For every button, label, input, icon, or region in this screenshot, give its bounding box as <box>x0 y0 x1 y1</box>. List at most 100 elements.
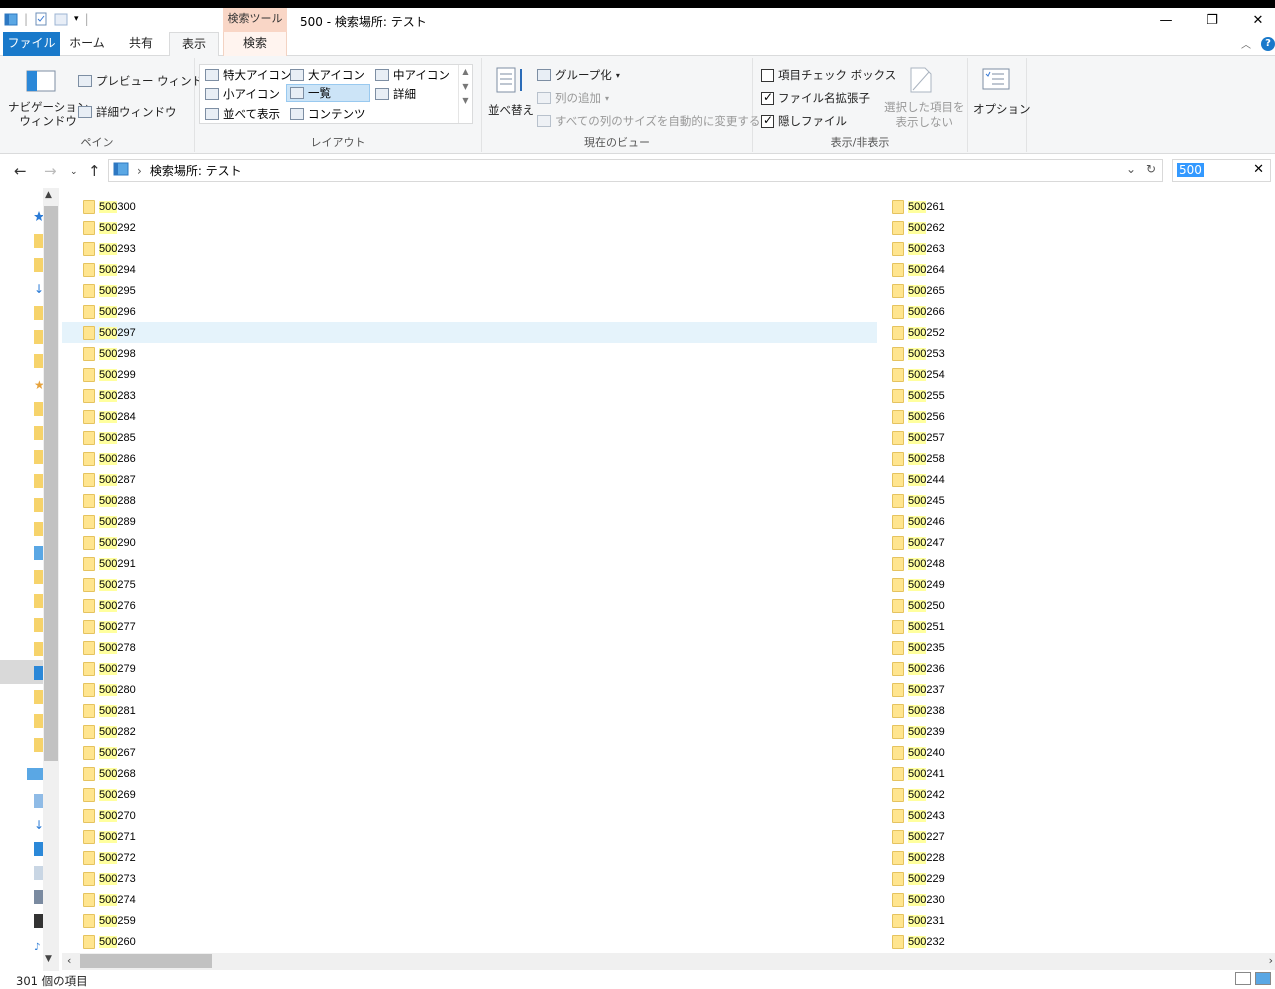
list-item[interactable]: 500246 <box>882 511 1082 532</box>
list-item[interactable]: 500238 <box>882 700 1082 721</box>
list-item[interactable]: 500241 <box>882 763 1082 784</box>
scroll-right-icon[interactable]: › <box>1269 954 1273 967</box>
nav-scroll-up-icon[interactable]: ▲ <box>45 190 52 200</box>
folder-icon[interactable] <box>34 258 43 272</box>
list-item[interactable]: 500279 <box>62 658 877 679</box>
list-item[interactable]: 500272 <box>62 847 877 868</box>
list-item[interactable]: 500277 <box>62 616 877 637</box>
list-item[interactable]: 500236 <box>882 658 1082 679</box>
expand-gallery-icon[interactable]: ▼ <box>459 96 472 105</box>
list-item[interactable]: 500237 <box>882 679 1082 700</box>
pictures-icon[interactable] <box>34 890 43 904</box>
hidden-items-option[interactable]: 隠しファイル <box>761 113 847 129</box>
list-item[interactable]: 500289 <box>62 511 877 532</box>
layout-tiles[interactable]: 並べて表示 <box>202 105 283 123</box>
list-item[interactable]: 500243 <box>882 805 1082 826</box>
layout-list[interactable]: 一覧 <box>286 84 370 102</box>
ribbon-collapse-icon[interactable]: ︿ <box>1241 36 1251 51</box>
list-item[interactable]: 500247 <box>882 532 1082 553</box>
address-bar[interactable]: › 検索場所: テスト ⌄ ↻ <box>108 159 1163 182</box>
list-item[interactable]: 500228 <box>882 847 1082 868</box>
folder-icon[interactable] <box>34 570 43 584</box>
list-item[interactable]: 500256 <box>882 406 1082 427</box>
list-item[interactable]: 500296 <box>62 301 877 322</box>
list-item[interactable]: 500263 <box>882 238 1082 259</box>
list-item[interactable]: 500271 <box>62 826 877 847</box>
back-arrow-icon[interactable]: ← <box>14 162 27 180</box>
favorites-star-icon[interactable]: ★ <box>34 378 45 392</box>
list-item[interactable]: 500245 <box>882 490 1082 511</box>
folder-icon[interactable] <box>34 642 43 656</box>
folder-icon[interactable] <box>34 234 43 248</box>
new-folder-icon[interactable] <box>54 12 68 26</box>
horizontal-scrollbar[interactable]: ‹ › <box>62 953 1275 970</box>
folder-icon[interactable] <box>34 522 43 536</box>
scroll-left-icon[interactable]: ‹ <box>67 954 71 967</box>
list-item[interactable]: 500274 <box>62 889 877 910</box>
videos-icon[interactable] <box>34 914 43 928</box>
list-item[interactable]: 500273 <box>62 868 877 889</box>
list-item[interactable]: 500286 <box>62 448 877 469</box>
list-item[interactable]: 500227 <box>882 826 1082 847</box>
folder-icon[interactable] <box>34 402 43 416</box>
list-item[interactable]: 500240 <box>882 742 1082 763</box>
layout-medium-icons[interactable]: 中アイコン <box>372 66 453 84</box>
list-item[interactable]: 500283 <box>62 385 877 406</box>
tab-share[interactable]: 共有 <box>116 32 166 56</box>
layout-details[interactable]: 詳細 <box>372 85 419 103</box>
list-item[interactable]: 500300 <box>62 196 877 217</box>
downloads-icon[interactable]: ↓ <box>34 818 44 832</box>
list-item[interactable]: 500298 <box>62 343 877 364</box>
forward-arrow-icon[interactable]: → <box>44 162 57 180</box>
breadcrumb[interactable]: 検索場所: テスト <box>150 162 242 179</box>
folder-icon[interactable] <box>34 690 43 704</box>
add-column-button[interactable]: 列の追加 ▾ <box>537 90 609 106</box>
list-item[interactable]: 500267 <box>62 742 877 763</box>
list-item[interactable]: 500294 <box>62 259 877 280</box>
layout-small-icons[interactable]: 小アイコン <box>202 85 283 103</box>
hide-selected-icon[interactable] <box>909 66 933 97</box>
list-item[interactable]: 500285 <box>62 427 877 448</box>
customize-qat-icon[interactable]: ▾ <box>74 14 79 24</box>
refresh-icon[interactable]: ↻ <box>1146 162 1156 176</box>
list-item[interactable]: 500292 <box>62 217 877 238</box>
list-item[interactable]: 500262 <box>882 217 1082 238</box>
list-item[interactable]: 500288 <box>62 490 877 511</box>
sort-button[interactable]: 並べ替え <box>488 102 534 118</box>
folder-icon[interactable] <box>34 498 43 512</box>
clear-search-icon[interactable]: ✕ <box>1253 162 1264 177</box>
list-item[interactable]: 500297 <box>62 322 877 343</box>
list-item[interactable]: 500244 <box>882 469 1082 490</box>
list-item[interactable]: 500295 <box>62 280 877 301</box>
restore-button[interactable]: ❐ <box>1189 8 1235 32</box>
folder-icon[interactable] <box>34 714 43 728</box>
desktop-icon[interactable] <box>34 842 43 856</box>
folder-icon[interactable] <box>34 354 43 368</box>
scroll-down-icon[interactable]: ▼ <box>459 82 472 91</box>
list-item[interactable]: 500281 <box>62 700 877 721</box>
list-item[interactable]: 500265 <box>882 280 1082 301</box>
list-item[interactable]: 500261 <box>882 196 1082 217</box>
tab-search[interactable]: 検索 <box>223 32 287 56</box>
large-icons-view-icon[interactable] <box>1255 972 1271 985</box>
details-pane-button[interactable]: 詳細ウィンドウ <box>78 104 177 120</box>
folder-icon[interactable] <box>34 330 43 344</box>
list-item[interactable]: 500293 <box>62 238 877 259</box>
folder-icon[interactable] <box>34 474 43 488</box>
tab-home[interactable]: ホーム <box>62 32 112 56</box>
music-icon[interactable]: ♪ <box>34 942 43 956</box>
folder-icon[interactable] <box>34 618 43 632</box>
list-item[interactable]: 500282 <box>62 721 877 742</box>
nav-scroll-down-icon[interactable]: ▼ <box>45 954 52 964</box>
help-icon[interactable]: ? <box>1261 36 1275 51</box>
list-item[interactable]: 500248 <box>882 553 1082 574</box>
list-item[interactable]: 500232 <box>882 931 1082 952</box>
properties-icon[interactable] <box>34 12 48 26</box>
list-item[interactable]: 500253 <box>882 343 1082 364</box>
list-item[interactable]: 500254 <box>882 364 1082 385</box>
search-input[interactable]: 500 ✕ <box>1172 159 1271 182</box>
list-item[interactable]: 500299 <box>62 364 877 385</box>
folder-icon[interactable] <box>34 426 43 440</box>
list-item[interactable]: 500249 <box>882 574 1082 595</box>
breadcrumb-chevron-icon[interactable]: › <box>137 164 142 178</box>
